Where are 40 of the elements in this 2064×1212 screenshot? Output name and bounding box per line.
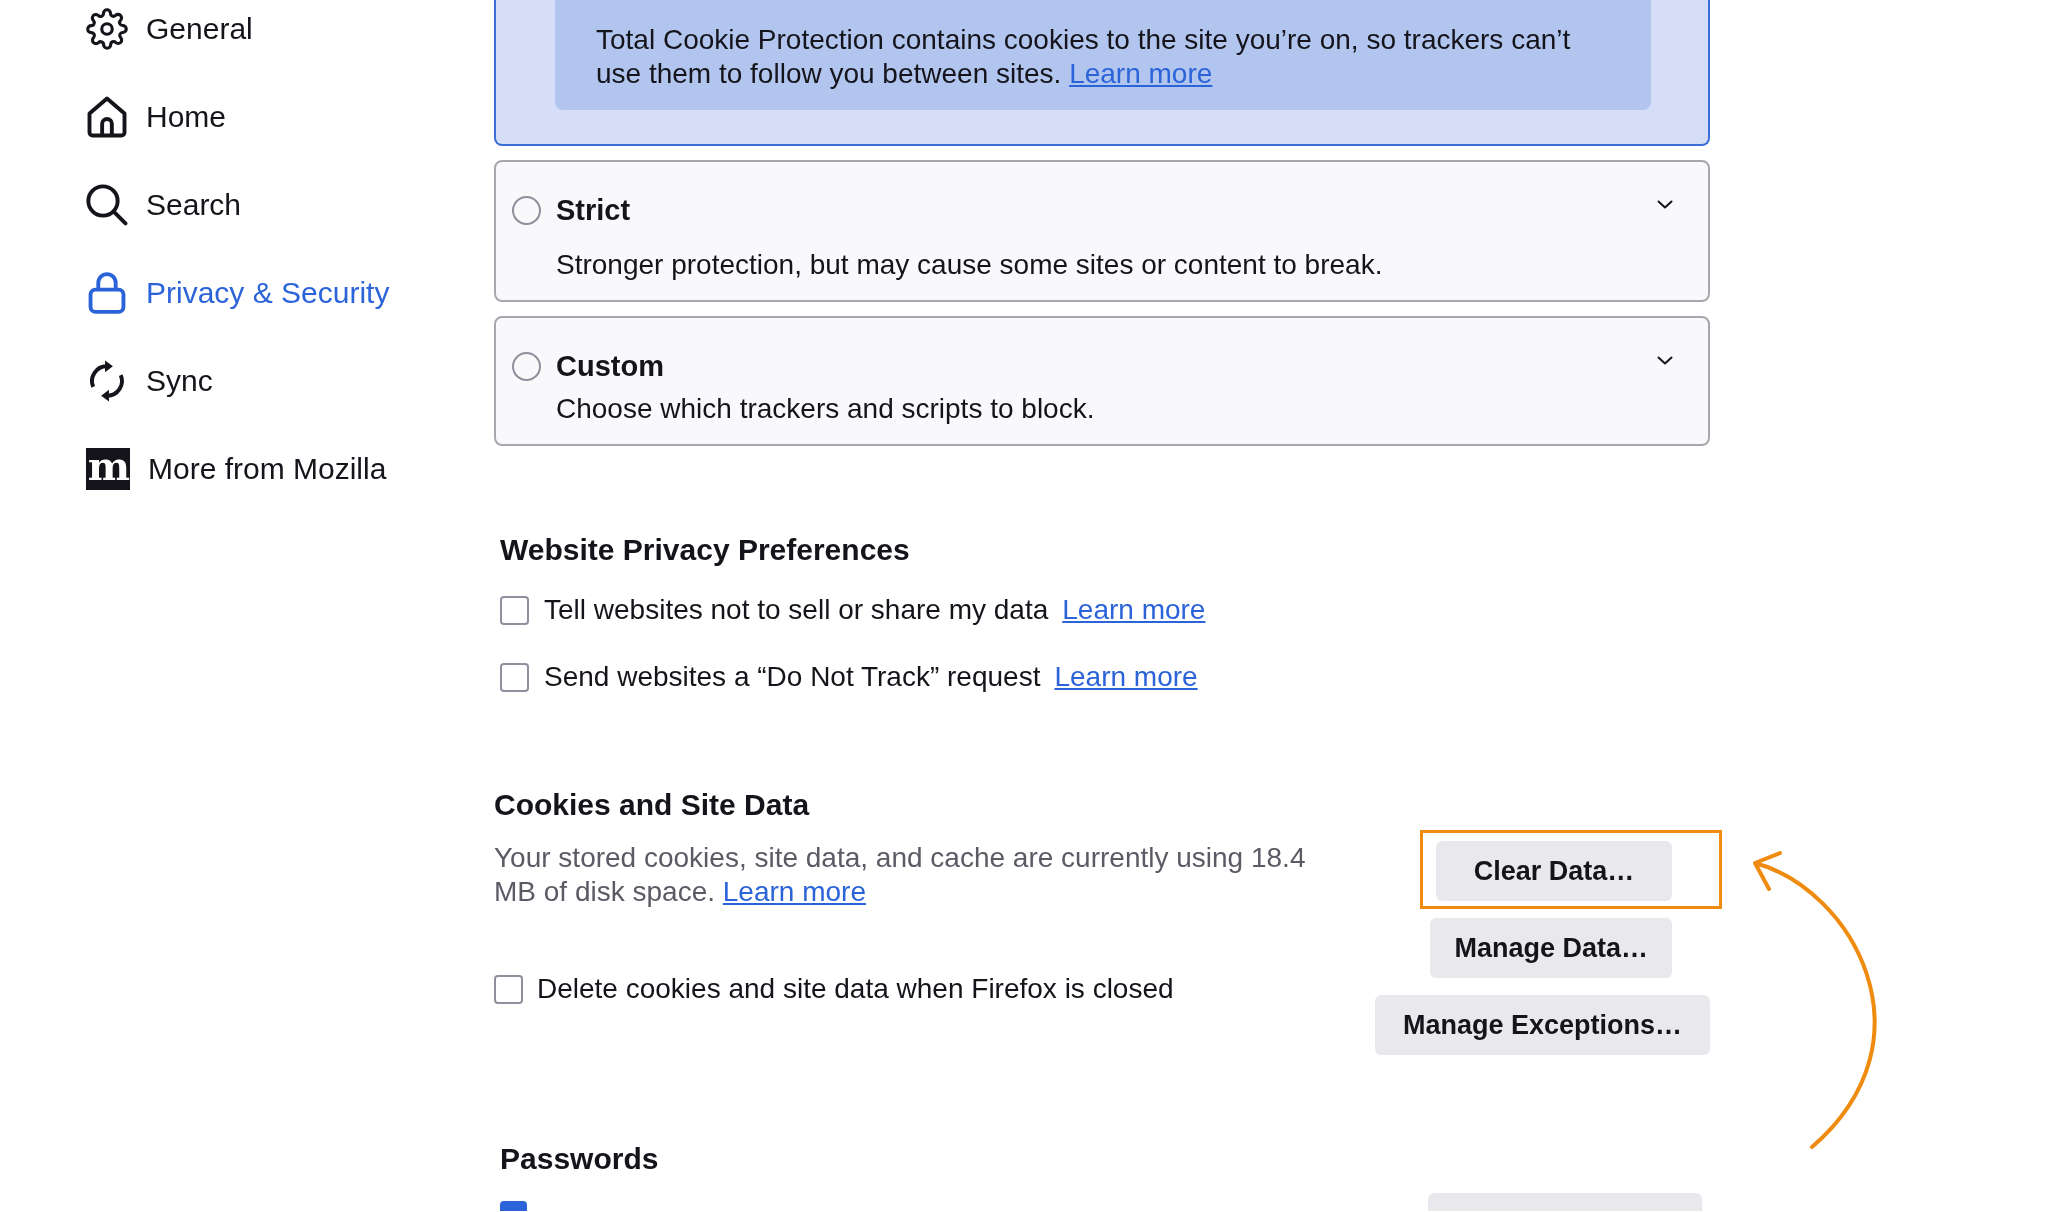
sidebar-item[interactable]: General <box>86 0 253 58</box>
option-title: Custom <box>556 349 664 383</box>
checkbox-label: Delete cookies and site data when Firefox is closed <box>537 973 1174 1005</box>
manage-data-button[interactable]: Manage Data… <box>1430 918 1672 978</box>
manage-exceptions-button[interactable]: Manage Exceptions… <box>1374 995 1710 1055</box>
learn-more-link[interactable]: Learn more <box>1054 661 1198 693</box>
gear-icon <box>86 8 128 50</box>
checkbox-label: Tell websites not to sell or share my data <box>544 594 1049 626</box>
option-description: Stronger protection, but may cause some sites or content to break. <box>556 248 1383 282</box>
checkbox[interactable] <box>500 662 529 692</box>
search-icon <box>86 184 128 226</box>
clear-data-button[interactable]: Clear Data… <box>1436 841 1672 901</box>
option-card[interactable]: Total Cookie Protection contains cookies to the site you’re on, so trackers can’t use them to follow you between sites. Learn more <box>494 0 1710 146</box>
learn-more-link[interactable]: Learn more <box>722 876 866 907</box>
checkbox[interactable] <box>500 595 529 625</box>
chevron-down-icon[interactable] <box>1657 200 1673 209</box>
section-heading: Passwords <box>500 1141 659 1177</box>
letter-logo: m <box>86 448 130 490</box>
checkbox[interactable] <box>500 1201 527 1211</box>
info-text: Total Cookie Protection contains cookies to the site you’re on, so trackers can’t use them to follow you between sites. Learn more <box>596 23 1572 91</box>
radio-button[interactable] <box>512 195 541 225</box>
checkbox[interactable] <box>494 974 523 1004</box>
option-card[interactable]: Custom Choose which trackers and scripts to block. <box>494 316 1710 446</box>
sidebar-item[interactable]: Home <box>86 88 227 146</box>
sidebar-item[interactable]: m More from Mozilla <box>86 440 387 498</box>
learn-more-link[interactable]: Learn more <box>1062 594 1206 626</box>
sidebar-item[interactable]: Privacy & Security <box>86 264 390 322</box>
section-heading: Cookies and Site Data <box>494 787 810 823</box>
chevron-down-icon[interactable] <box>1657 356 1673 365</box>
home-icon <box>86 96 128 138</box>
radio-button[interactable] <box>512 351 541 381</box>
option-description: Choose which trackers and scripts to block. <box>556 392 1095 426</box>
lock-icon <box>86 272 128 314</box>
storage-usage-text: Your stored cookies, site data, and cache are currently using 18.4 MB of disk space. Learn more <box>494 841 1307 909</box>
checkbox-label: Send websites a “Do Not Track” request <box>544 661 1041 693</box>
sidebar-item[interactable]: Sync <box>86 352 213 410</box>
sidebar-item[interactable]: Search <box>86 176 242 234</box>
option-card[interactable]: Strict Stronger protection, but may cause some sites or content to break. <box>494 160 1710 302</box>
section-heading: Website Privacy Preferences <box>500 532 910 568</box>
option-title: Strict <box>556 193 631 227</box>
